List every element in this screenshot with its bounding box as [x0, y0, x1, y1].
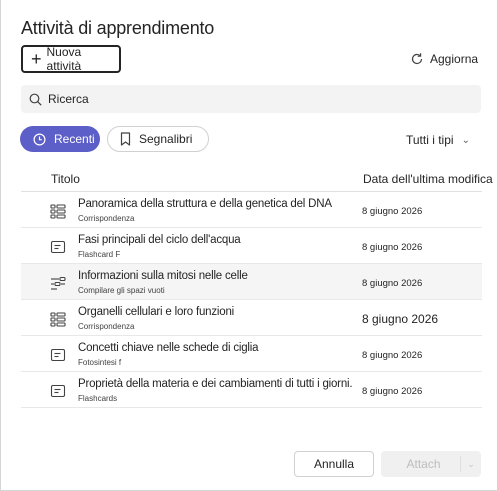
row-title: Panoramica della struttura e della genet… [78, 198, 332, 210]
row-type: Compilare gli spazi vuoti [78, 286, 165, 295]
tab-recent[interactable]: Recenti [20, 126, 100, 152]
search-placeholder: Ricerca [48, 92, 89, 106]
table-row[interactable]: Panoramica della struttura e della genet… [21, 192, 482, 228]
search-icon [29, 93, 42, 106]
new-activity-button[interactable]: + Nuova attività [21, 45, 121, 73]
row-title: Informazioni sulla mitosi nelle celle [78, 270, 248, 282]
row-title: Concetti chiave nelle schede di ciglia [78, 342, 259, 354]
attach-label: Attach [406, 457, 441, 471]
flashcard-icon [50, 348, 66, 362]
row-date: 8 giugno 2026 [362, 312, 439, 326]
row-title: Organelli cellulari e loro funzioni [78, 306, 234, 318]
cancel-label: Annulla [313, 457, 355, 471]
refresh-label: Aggiorna [430, 52, 479, 66]
grid-icon [50, 312, 66, 327]
plus-icon: + [31, 49, 42, 69]
grid-icon [50, 204, 66, 219]
tab-bookmarks-label: Segnalibri [139, 132, 193, 146]
type-filter-label: Tutti i tipi [406, 133, 454, 147]
bookmark-icon [120, 132, 131, 146]
row-date: 8 giugno 2026 [362, 386, 423, 397]
chevron-down-icon[interactable]: ⌄ [461, 459, 481, 470]
column-header-date[interactable]: Data dell'ultima modifica [363, 172, 493, 186]
row-title: Fasi principali del ciclo dell'acqua [78, 234, 241, 246]
window-border-left [0, 0, 1, 491]
row-date: 8 giugno 2026 [362, 242, 423, 253]
refresh-button[interactable]: Aggiorna [410, 52, 478, 66]
tab-recent-label: Recenti [54, 132, 95, 146]
row-title: Proprietà della materia e dei cambiament… [78, 378, 353, 390]
row-date: 8 giugno 2026 [362, 206, 423, 217]
attach-button[interactable]: Attach ⌄ [381, 451, 481, 477]
new-activity-label: Nuova attività [46, 45, 82, 73]
type-filter-dropdown[interactable]: Tutti i tipi ⌄ [406, 133, 470, 147]
row-type: Flashcard F [78, 250, 121, 259]
row-type: Corrispondenza [78, 322, 135, 331]
table-row[interactable]: Fasi principali del ciclo dell'acqua Fla… [21, 228, 482, 264]
clock-icon [33, 132, 46, 146]
fill-blanks-icon [51, 276, 66, 290]
refresh-icon [411, 53, 423, 65]
row-type: Flashcards [78, 394, 118, 403]
row-type: Fotosintesi f [78, 358, 122, 367]
chevron-down-icon: ⌄ [461, 134, 470, 146]
table-row[interactable]: Concetti chiave nelle schede di ciglia F… [21, 336, 482, 372]
cancel-button[interactable]: Annulla [294, 451, 374, 477]
table-row[interactable]: Organelli cellulari e loro funzioni Corr… [21, 300, 482, 336]
row-date: 8 giugno 2026 [362, 350, 423, 361]
search-input[interactable]: Ricerca [21, 85, 481, 113]
page-title: Attività di apprendimento [21, 18, 215, 38]
flashcard-icon [50, 384, 66, 398]
table-row[interactable]: Informazioni sulla mitosi nelle celle Co… [21, 264, 482, 300]
row-date: 8 giugno 2026 [362, 278, 423, 289]
column-header-title[interactable]: Titolo [51, 172, 80, 186]
table-row[interactable]: Proprietà della materia e dei cambiament… [21, 372, 482, 408]
tab-bookmarks[interactable]: Segnalibri [107, 126, 209, 152]
row-type: Corrispondenza [78, 214, 135, 223]
flashcard-icon [50, 240, 66, 254]
